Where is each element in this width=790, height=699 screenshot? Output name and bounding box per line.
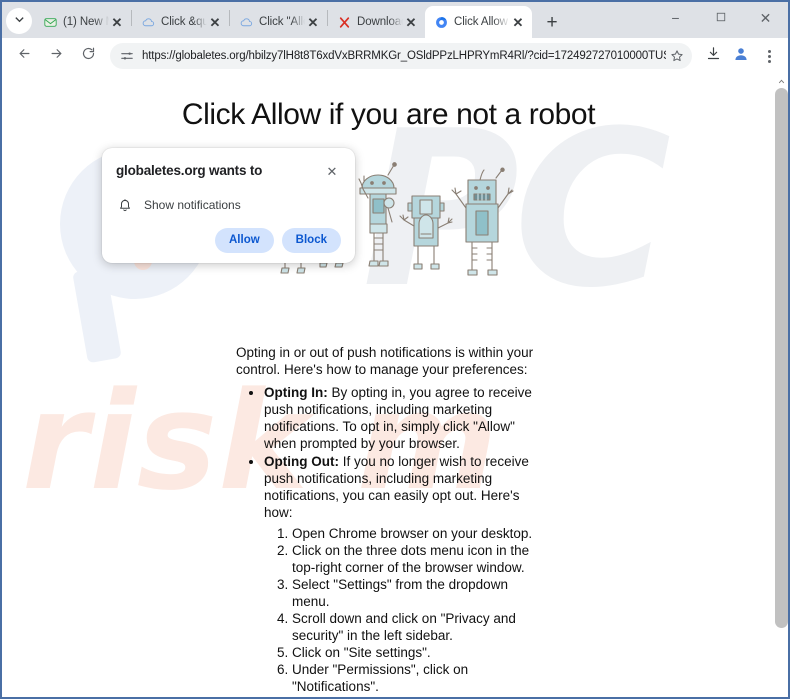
permission-header: globaletes.org wants to ✕ — [116, 162, 341, 180]
options-list: Opting In: By opting in, you agree to re… — [264, 384, 536, 521]
tab-title: Download Co — [357, 16, 403, 28]
scrollbar-thumb[interactable] — [775, 88, 788, 628]
tab-4-active[interactable]: Click Allow ✕ — [425, 6, 532, 38]
tab-title: (1) New Mess — [63, 16, 109, 28]
list-item: Opting In: By opting in, you agree to re… — [264, 384, 536, 452]
bullet-term: Opting Out: — [264, 454, 339, 469]
close-window-button[interactable]: ✕ — [743, 2, 788, 34]
cloud-icon — [141, 15, 155, 29]
close-icon[interactable]: ✕ — [323, 162, 341, 180]
address-bar[interactable]: https://globaletes.org/hbilzy7lH8t8T6xdV… — [110, 43, 692, 69]
reload-icon — [81, 46, 96, 66]
tab-close-button[interactable]: ✕ — [510, 14, 526, 30]
permission-item-label: Show notifications — [144, 198, 241, 212]
x-red-icon — [337, 15, 351, 29]
site-settings-icon[interactable] — [118, 48, 135, 65]
list-item: Click on "Site settings". — [292, 644, 536, 661]
page-body: Opting in or out of push notifications i… — [236, 344, 536, 695]
allow-button[interactable]: Allow — [215, 228, 274, 253]
maximize-icon — [716, 9, 726, 27]
list-item: Under "Permissions", click on "Notificat… — [292, 661, 536, 695]
window-controls: − ✕ — [653, 2, 788, 34]
new-tab-button[interactable]: + — [538, 8, 566, 36]
intro-paragraph: Opting in or out of push notifications i… — [236, 345, 534, 377]
permission-item: Show notifications — [116, 196, 341, 214]
tab-close-button[interactable]: ✕ — [403, 14, 419, 30]
avatar-icon — [733, 46, 749, 67]
page-scrollbar[interactable] — [775, 74, 788, 697]
forward-button[interactable] — [42, 42, 70, 70]
list-item: Opting Out: If you no longer wish to rec… — [264, 453, 536, 521]
notification-permission-bubble: globaletes.org wants to ✕ Show notificat… — [102, 148, 355, 263]
tab-close-button[interactable]: ✕ — [109, 14, 125, 30]
back-button[interactable] — [10, 42, 38, 70]
browser-toolbar: https://globaletes.org/hbilzy7lH8t8T6xdV… — [2, 38, 788, 74]
tab-strip: (1) New Mess ✕ Click &quot;A ✕ Click "Al… — [2, 2, 788, 38]
tab-close-button[interactable]: ✕ — [207, 14, 223, 30]
list-item: Scroll down and click on "Privacy and se… — [292, 610, 536, 644]
permission-actions: Allow Block — [116, 228, 341, 253]
chrome-icon — [434, 15, 448, 29]
tab-1[interactable]: Click &quot;A ✕ — [132, 6, 229, 38]
tab-list: (1) New Mess ✕ Click &quot;A ✕ Click "Al… — [34, 6, 653, 38]
cloud-icon — [239, 15, 253, 29]
downloads-button[interactable] — [700, 43, 726, 69]
forward-icon — [49, 46, 64, 66]
chrome-menu-button[interactable] — [756, 43, 782, 69]
bell-icon — [116, 196, 134, 214]
tab-3[interactable]: Download Co ✕ — [328, 6, 425, 38]
bullet-term: Opting In: — [264, 385, 328, 400]
page-title: Click Allow if you are not a robot — [181, 98, 596, 131]
back-icon — [17, 46, 32, 66]
page-viewport: PC risk m Click Allow if you are not a r… — [2, 74, 788, 697]
browser-window: (1) New Mess ✕ Click &quot;A ✕ Click "Al… — [0, 0, 790, 699]
profile-button[interactable] — [728, 43, 754, 69]
tab-title: Click Allow — [454, 16, 508, 28]
chevron-down-icon — [14, 12, 25, 30]
list-item: Click on the three dots menu icon in the… — [292, 542, 536, 576]
download-icon — [706, 46, 721, 66]
tab-title: Click "Allow" — [259, 16, 305, 28]
list-item: Select "Settings" from the dropdown menu… — [292, 576, 536, 610]
lists-wrapper: Opting In: By opting in, you agree to re… — [246, 384, 536, 695]
tab-0[interactable]: (1) New Mess ✕ — [34, 6, 131, 38]
scroll-up-button[interactable] — [775, 74, 788, 87]
three-dots-icon — [767, 49, 771, 63]
mail-icon — [43, 15, 57, 29]
steps-list: Open Chrome browser on your desktop. Cli… — [292, 525, 536, 695]
tab-2[interactable]: Click "Allow" ✕ — [230, 6, 327, 38]
url-text[interactable]: https://globaletes.org/hbilzy7lH8t8T6xdV… — [142, 50, 666, 62]
tab-close-button[interactable]: ✕ — [305, 14, 321, 30]
tab-search-button[interactable] — [6, 8, 32, 34]
bookmark-button[interactable] — [666, 45, 688, 67]
reload-button[interactable] — [74, 42, 102, 70]
tab-title: Click &quot;A — [161, 16, 207, 28]
list-item: Open Chrome browser on your desktop. — [292, 525, 536, 542]
block-button[interactable]: Block — [281, 228, 341, 253]
permission-title: globaletes.org wants to — [116, 163, 263, 178]
minimize-button[interactable]: − — [653, 2, 698, 34]
maximize-button[interactable] — [698, 2, 743, 34]
